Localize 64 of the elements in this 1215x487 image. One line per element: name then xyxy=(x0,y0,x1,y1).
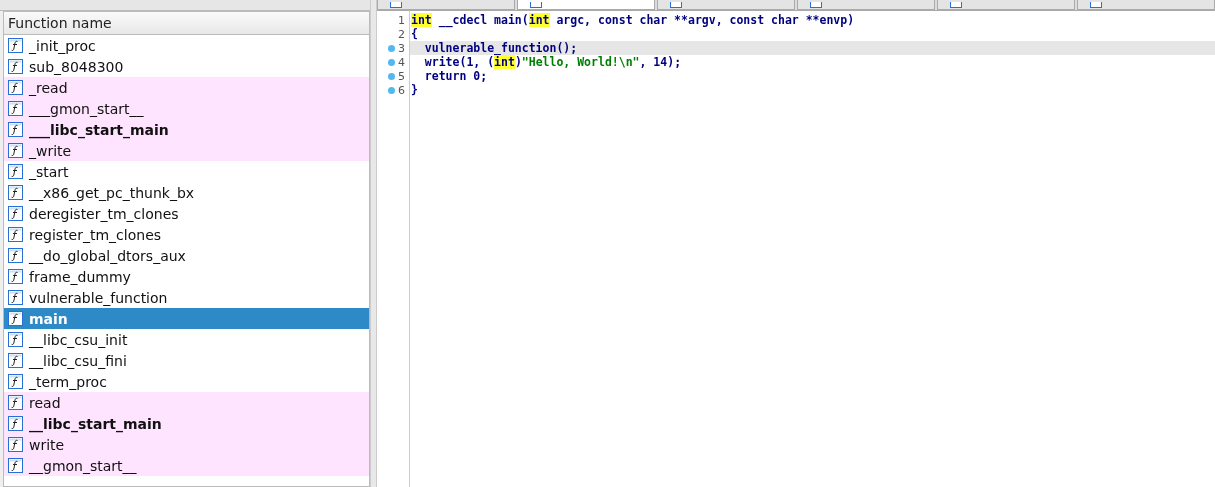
function-row[interactable]: _init_proc xyxy=(4,35,370,56)
function-row[interactable]: vulnerable_function xyxy=(4,287,370,308)
breakpoint-dot-icon[interactable] xyxy=(388,44,395,52)
function-icon xyxy=(8,164,23,179)
function-icon xyxy=(8,311,23,326)
function-row[interactable]: __libc_csu_init xyxy=(4,329,370,350)
editor-tab[interactable] xyxy=(657,0,795,10)
code-line: return 0; xyxy=(423,69,489,83)
function-row[interactable]: frame_dummy xyxy=(4,266,370,287)
function-row[interactable]: ___libc_start_main xyxy=(4,119,370,140)
line-number: 1 xyxy=(398,13,405,27)
function-row[interactable]: _read xyxy=(4,77,370,98)
line-number: 4 xyxy=(398,55,405,69)
function-icon xyxy=(8,143,23,158)
function-icon xyxy=(8,269,23,284)
function-row[interactable]: _write xyxy=(4,140,370,161)
code-line: int __cdecl main(int argc, const char **argv, const char **envp) xyxy=(410,13,856,27)
function-icon xyxy=(8,332,23,347)
function-icon xyxy=(8,80,23,95)
function-icon xyxy=(8,227,23,242)
function-row[interactable]: __libc_start_main xyxy=(4,413,370,434)
function-icon xyxy=(8,458,23,473)
function-row[interactable]: __do_global_dtors_aux xyxy=(4,245,370,266)
editor-tab[interactable] xyxy=(797,0,935,10)
function-row[interactable]: sub_8048300 xyxy=(4,56,370,77)
code-line: } xyxy=(410,83,419,97)
splitter-handle[interactable] xyxy=(370,0,377,487)
function-icon xyxy=(8,290,23,305)
function-row[interactable]: _start xyxy=(4,161,370,182)
breakpoint-dot-icon[interactable] xyxy=(388,58,395,66)
function-icon xyxy=(8,437,23,452)
function-icon xyxy=(8,185,23,200)
function-row[interactable]: deregister_tm_clones xyxy=(4,203,370,224)
editor-tab[interactable] xyxy=(517,0,655,10)
line-number: 2 xyxy=(398,27,405,41)
editor-tab[interactable] xyxy=(1077,0,1215,10)
function-row[interactable]: __x86_get_pc_thunk_bx xyxy=(4,182,370,203)
line-number: 3 xyxy=(398,41,405,55)
function-icon xyxy=(8,59,23,74)
function-icon xyxy=(8,416,23,431)
line-number: 5 xyxy=(398,69,405,83)
function-row[interactable]: __libc_csu_fini xyxy=(4,350,370,371)
function-row[interactable]: _term_proc xyxy=(4,371,370,392)
function-icon xyxy=(8,38,23,53)
function-icon xyxy=(8,374,23,389)
function-row[interactable]: ___gmon_start__ xyxy=(4,98,370,119)
function-row[interactable]: __gmon_start__ xyxy=(4,455,370,476)
function-icon xyxy=(8,101,23,116)
function-row[interactable]: main xyxy=(4,308,370,329)
function-row[interactable]: read xyxy=(4,392,370,413)
breakpoint-dot-icon[interactable] xyxy=(388,86,395,94)
column-header[interactable]: Function name xyxy=(4,12,370,35)
function-icon xyxy=(8,206,23,221)
function-icon xyxy=(8,248,23,263)
breakpoint-dot-icon[interactable] xyxy=(388,72,395,80)
editor-tab[interactable] xyxy=(377,0,515,10)
function-row[interactable]: register_tm_clones xyxy=(4,224,370,245)
function-row[interactable]: write xyxy=(4,434,370,455)
line-number: 6 xyxy=(398,83,405,97)
editor-tab[interactable] xyxy=(937,0,1075,10)
code-line: { xyxy=(410,27,419,41)
function-icon xyxy=(8,122,23,137)
function-icon xyxy=(8,395,23,410)
function-icon xyxy=(8,353,23,368)
